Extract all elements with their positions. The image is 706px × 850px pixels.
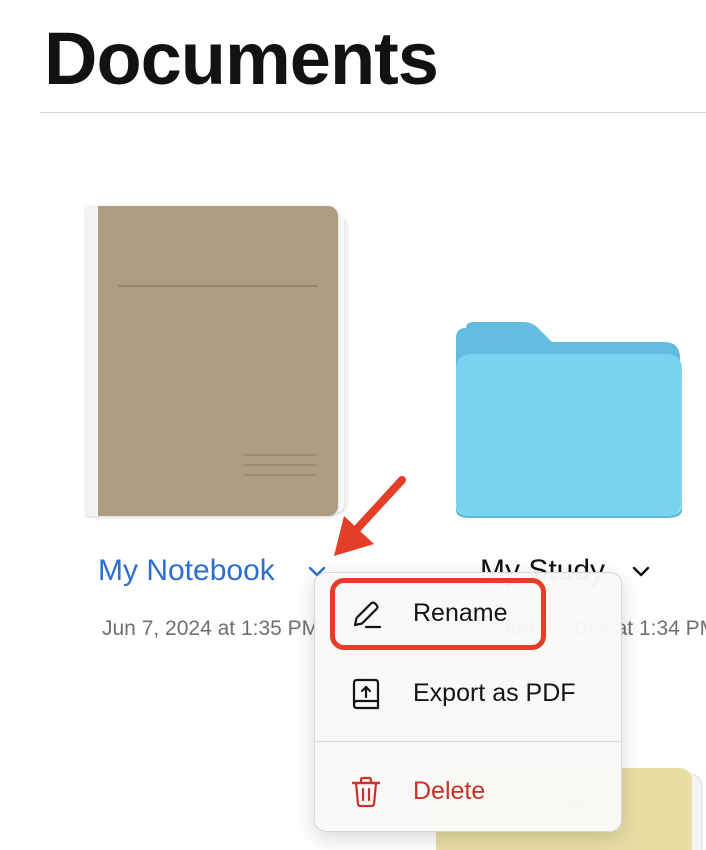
notebook-cover: [86, 206, 338, 516]
notebook-thumbnail[interactable]: [86, 206, 348, 518]
delete-menu-item[interactable]: Delete: [315, 757, 621, 825]
export-pdf-label: Export as PDF: [413, 679, 576, 707]
menu-separator: [315, 741, 621, 742]
export-pdf-icon: [349, 677, 383, 711]
folder-icon[interactable]: [454, 320, 682, 518]
notebook-name[interactable]: My Notebook: [98, 556, 275, 586]
arrow-icon: [316, 470, 416, 570]
documents-page: Documents My Notebook Jun 7, 2024 at 1:3…: [0, 0, 706, 850]
trash-icon: [349, 775, 383, 809]
delete-label: Delete: [413, 777, 486, 805]
notebook-title-line: [118, 285, 318, 287]
notebook-spine: [86, 206, 98, 516]
notebook-label-lines: [244, 454, 316, 484]
chevron-down-icon[interactable]: [628, 560, 654, 584]
highlight-box: [330, 578, 546, 650]
notebook-date: Jun 7, 2024 at 1:35 PM: [102, 617, 320, 640]
page-title: Documents: [44, 17, 439, 100]
export-pdf-menu-item[interactable]: Export as PDF: [315, 659, 621, 727]
title-divider: [40, 112, 706, 113]
